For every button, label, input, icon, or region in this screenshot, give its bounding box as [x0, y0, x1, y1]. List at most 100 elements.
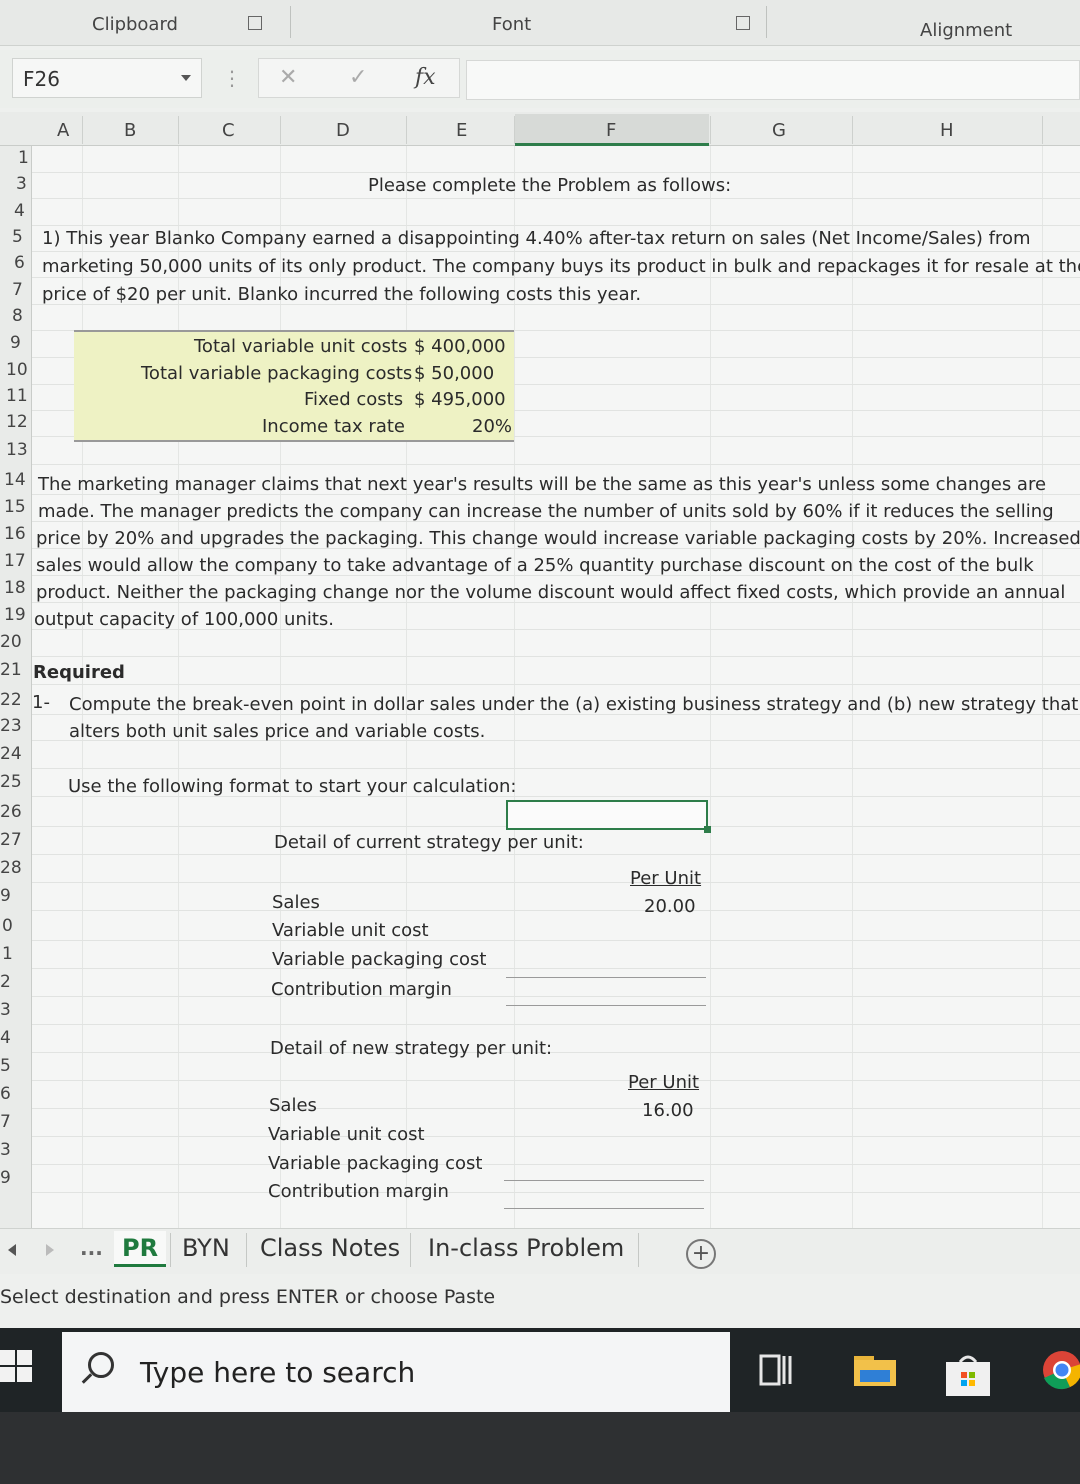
row-header[interactable]: 4: [14, 201, 25, 221]
row-header[interactable]: 9: [0, 886, 11, 906]
row-header[interactable]: 0: [2, 916, 13, 936]
row-header[interactable]: 28: [0, 858, 22, 878]
sheet-tab-bar: ... PR BYN Class Notes In-class Problem …: [0, 1228, 1080, 1274]
row-header[interactable]: 4: [0, 1028, 11, 1048]
row-header[interactable]: 15: [4, 497, 26, 517]
fill-handle[interactable]: [704, 826, 711, 833]
worksheet[interactable]: A B C D E F G H Please complete the Prob…: [0, 112, 1080, 1228]
row-header[interactable]: 6: [14, 253, 25, 273]
search-icon: [88, 1352, 114, 1378]
row-header[interactable]: 19: [4, 605, 26, 625]
column-header-d[interactable]: D: [336, 120, 350, 141]
tab-byn[interactable]: BYN: [174, 1231, 238, 1267]
gridline: [32, 1108, 1080, 1109]
file-explorer-icon[interactable]: [852, 1352, 898, 1388]
microsoft-store-icon[interactable]: [944, 1352, 992, 1398]
manager-line: The marketing manager claims that next y…: [38, 474, 1047, 495]
manager-line: sales would allow the company to take ad…: [36, 555, 1034, 576]
cancel-icon[interactable]: ✕: [279, 65, 297, 90]
column-header-b[interactable]: B: [124, 120, 136, 141]
row-header[interactable]: 2: [0, 972, 11, 992]
row-header[interactable]: 25: [0, 772, 22, 792]
chevron-down-icon[interactable]: [181, 75, 191, 81]
row-header[interactable]: 16: [4, 524, 26, 544]
formula-bar-grip-icon[interactable]: ⋮: [222, 66, 242, 90]
row-header[interactable]: 1: [2, 944, 13, 964]
row-header[interactable]: 26: [0, 802, 22, 822]
windows-start-icon[interactable]: [0, 1350, 34, 1384]
column-header-e[interactable]: E: [456, 120, 467, 141]
row-header[interactable]: 6: [0, 1084, 11, 1104]
gridline: [32, 225, 1080, 226]
gridline: [32, 1136, 1080, 1137]
gridline: [32, 656, 1080, 657]
row-header[interactable]: 3: [16, 174, 27, 194]
column-header-g[interactable]: G: [772, 120, 786, 141]
row-header[interactable]: 24: [0, 744, 22, 764]
column-header-h[interactable]: H: [940, 120, 954, 141]
row-header[interactable]: 9: [0, 1168, 11, 1188]
row-header[interactable]: 5: [0, 1056, 11, 1076]
taskbar-search-box[interactable]: Type here to search: [62, 1332, 730, 1412]
row-header[interactable]: 7: [12, 280, 23, 300]
row-header[interactable]: 23: [0, 716, 22, 736]
row-header[interactable]: 7: [0, 1112, 11, 1132]
column-header-f[interactable]: F: [606, 120, 616, 141]
task-view-icon[interactable]: [758, 1352, 794, 1388]
chrome-icon[interactable]: [1040, 1350, 1080, 1390]
font-launcher-icon[interactable]: [736, 16, 750, 30]
new-row-label: Variable unit cost: [268, 1124, 425, 1145]
tab-pr[interactable]: PR: [114, 1231, 167, 1267]
name-box[interactable]: F26: [12, 58, 202, 98]
enter-icon[interactable]: ✓: [349, 65, 367, 90]
row-header[interactable]: 22: [0, 690, 22, 710]
new-sales-value[interactable]: 16.00: [642, 1100, 694, 1121]
row-header[interactable]: 17: [4, 551, 26, 571]
row-header[interactable]: 27: [0, 830, 22, 850]
formula-buttons: ✕ ✓ fx: [258, 58, 460, 98]
scroll-tabs-right-icon[interactable]: [46, 1244, 54, 1256]
row-header[interactable]: 10: [6, 360, 28, 380]
current-sales-value[interactable]: 20.00: [644, 896, 696, 917]
requirement-line: Compute the break-even point in dollar s…: [69, 694, 1079, 715]
row-header[interactable]: 18: [4, 578, 26, 598]
tab-in-class-problem[interactable]: In-class Problem: [420, 1231, 632, 1267]
gridline: [32, 1192, 1080, 1193]
gridline: [32, 1164, 1080, 1165]
row-header[interactable]: 21: [0, 660, 22, 680]
clipboard-launcher-icon[interactable]: [248, 16, 262, 30]
subtotal-line: [504, 1180, 704, 1181]
insert-function-icon[interactable]: fx: [415, 65, 436, 90]
cost-value: $ 50,000: [414, 363, 495, 384]
formula-input[interactable]: [466, 60, 1080, 100]
row-header[interactable]: 20: [0, 632, 22, 652]
column-header-c[interactable]: C: [222, 120, 235, 141]
row-header[interactable]: 12: [6, 412, 28, 432]
row-header[interactable]: 14: [4, 470, 26, 490]
row-header[interactable]: 3: [0, 1000, 11, 1020]
row-header[interactable]: 8: [12, 306, 23, 326]
cost-value: $ 495,000: [414, 389, 506, 410]
scroll-tabs-left-icon[interactable]: [8, 1244, 16, 1256]
tab-class-notes[interactable]: Class Notes: [252, 1231, 408, 1267]
column-header-a[interactable]: A: [57, 120, 69, 141]
row-header[interactable]: 3: [0, 1140, 11, 1160]
row-header[interactable]: 5: [12, 227, 23, 247]
requirement-number: 1-: [32, 692, 50, 713]
row-header[interactable]: 9: [10, 333, 21, 353]
gridline: [32, 684, 1080, 685]
row-header[interactable]: 11: [6, 386, 28, 406]
add-sheet-icon[interactable]: +: [686, 1239, 716, 1269]
column-divider: [710, 116, 711, 144]
row-header[interactable]: 13: [6, 440, 28, 460]
more-tabs-button[interactable]: ...: [72, 1231, 111, 1267]
name-box-value: F26: [23, 67, 60, 91]
current-row-label: Variable unit cost: [272, 920, 429, 941]
ribbon-divider: [290, 6, 291, 38]
active-cell-f26[interactable]: [506, 800, 711, 833]
column-divider: [178, 116, 179, 144]
status-bar: Select destination and press ENTER or ch…: [0, 1274, 1080, 1328]
row-header[interactable]: 1: [18, 148, 29, 168]
subtotal-line: [506, 977, 706, 978]
ribbon-group-clipboard: Clipboard: [92, 14, 178, 35]
